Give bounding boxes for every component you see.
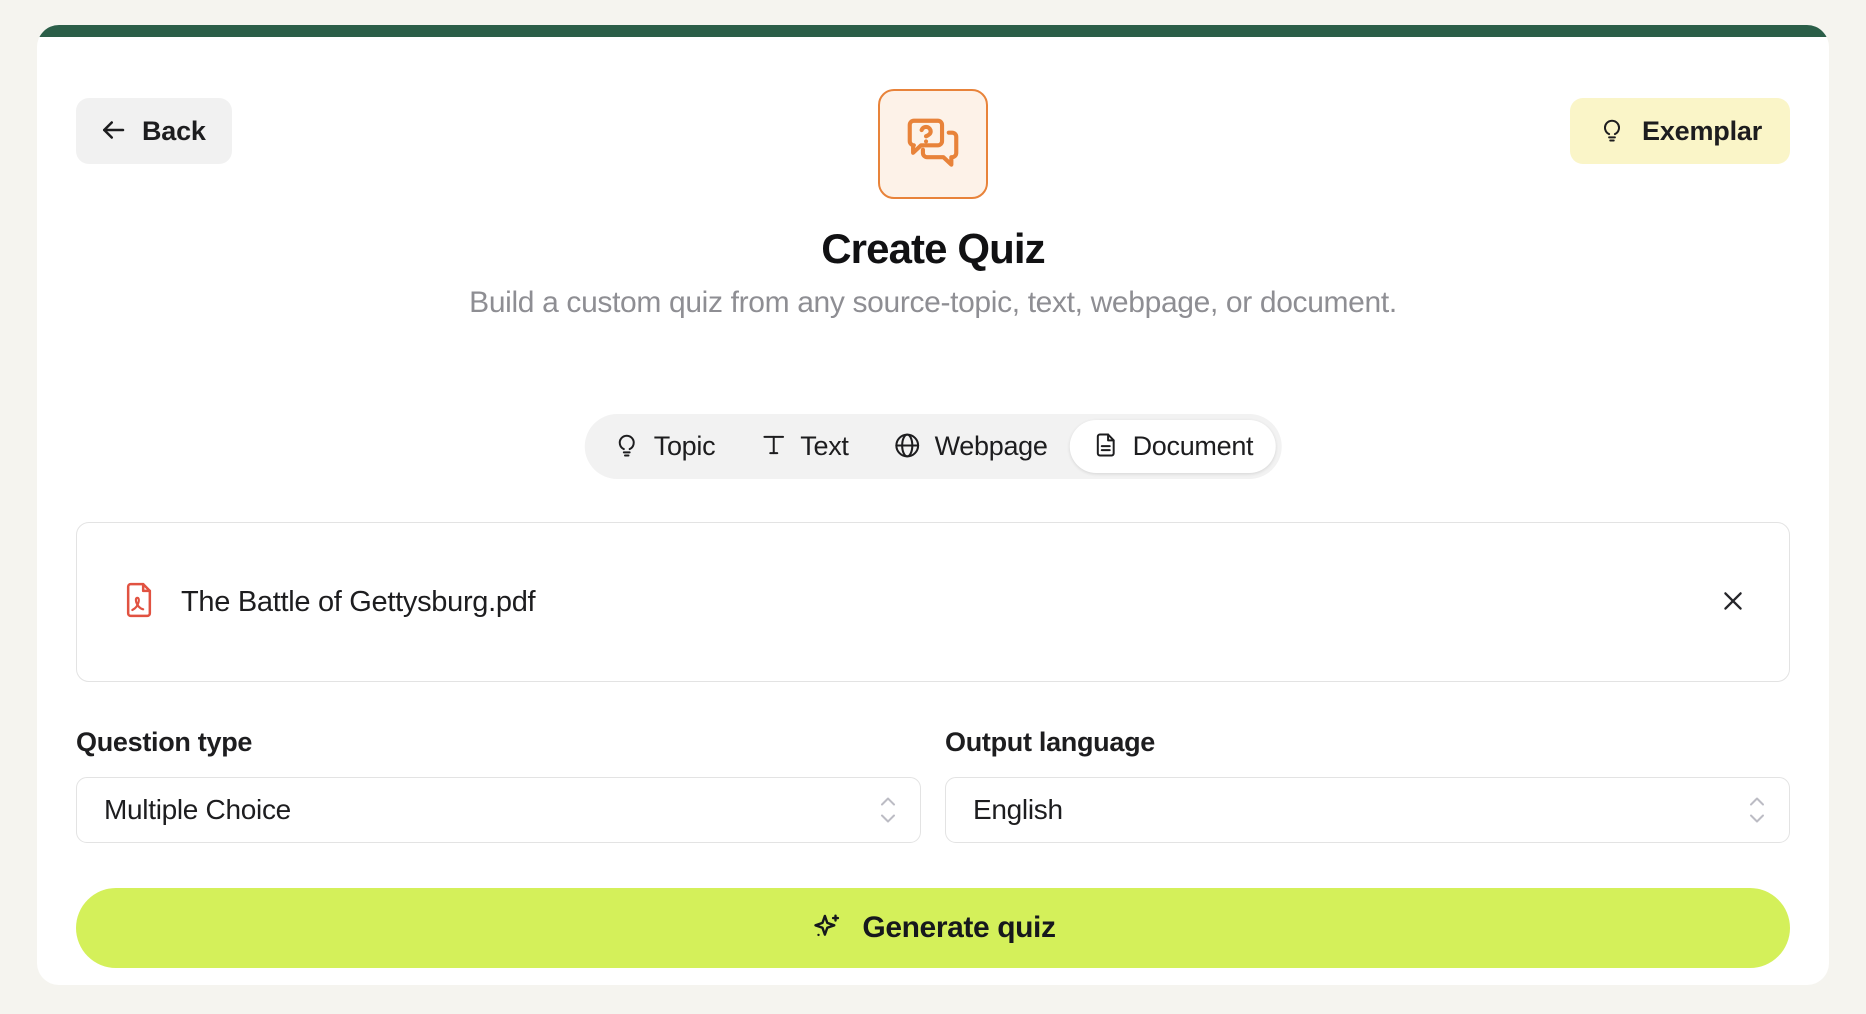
back-button[interactable]: Back — [76, 98, 232, 164]
lightbulb-icon — [1598, 116, 1626, 147]
uploaded-file-row: The Battle of Gettysburg.pdf — [119, 580, 1711, 625]
tab-document-label: Document — [1132, 431, 1254, 461]
app-root: Back Exemplar Create Quiz Build a custom… — [0, 0, 1866, 1014]
file-upload-box[interactable]: The Battle of Gettysburg.pdf — [76, 522, 1790, 682]
tab-text-label: Text — [800, 431, 849, 461]
page-subtitle: Build a custom quiz from any source-topi… — [469, 286, 1397, 319]
back-button-label: Back — [142, 115, 206, 146]
output-language-field: Output language English — [945, 727, 1790, 843]
sparkles-icon — [810, 910, 844, 947]
chat-question-icon — [878, 89, 988, 199]
source-type-tabs: Topic Text Webpage Document — [584, 414, 1282, 479]
page-title: Create Quiz — [821, 225, 1045, 272]
text-t-icon — [759, 431, 787, 462]
question-type-value: Multiple Choice — [104, 794, 291, 825]
generate-quiz-button[interactable]: Generate quiz — [76, 888, 1790, 968]
question-type-label: Question type — [76, 727, 253, 757]
arrow-left-icon — [98, 115, 128, 148]
tab-topic[interactable]: Topic — [591, 420, 738, 473]
question-type-select[interactable]: Multiple Choice — [76, 777, 921, 843]
exemplar-button-label: Exemplar — [1642, 115, 1762, 146]
tab-webpage[interactable]: Webpage — [871, 420, 1070, 473]
create-quiz-card: Back Exemplar Create Quiz Build a custom… — [37, 25, 1829, 985]
uploaded-file-name: The Battle of Gettysburg.pdf — [181, 585, 536, 618]
output-language-value: English — [973, 794, 1063, 825]
question-type-field: Question type Multiple Choice — [76, 727, 921, 843]
tab-text[interactable]: Text — [737, 420, 870, 473]
quiz-options-row: Question type Multiple Choice Output lan… — [76, 727, 1790, 843]
chevron-up-down-icon — [878, 797, 898, 824]
card-content: Back Exemplar Create Quiz Build a custom… — [37, 37, 1829, 985]
close-icon — [1719, 587, 1747, 618]
tab-webpage-label: Webpage — [934, 431, 1048, 461]
generate-quiz-label: Generate quiz — [862, 911, 1056, 944]
globe-icon — [893, 431, 922, 463]
lightbulb-icon — [613, 431, 641, 462]
remove-file-button[interactable] — [1711, 580, 1755, 624]
document-icon — [1092, 431, 1120, 462]
output-language-select[interactable]: English — [945, 777, 1790, 843]
tab-topic-label: Topic — [653, 431, 716, 461]
output-language-label: Output language — [945, 727, 1155, 757]
pdf-file-icon — [119, 580, 159, 625]
exemplar-button[interactable]: Exemplar — [1570, 98, 1790, 164]
chevron-up-down-icon — [1747, 797, 1767, 824]
tab-document[interactable]: Document — [1069, 420, 1276, 473]
card-accent-topbar — [37, 25, 1829, 37]
